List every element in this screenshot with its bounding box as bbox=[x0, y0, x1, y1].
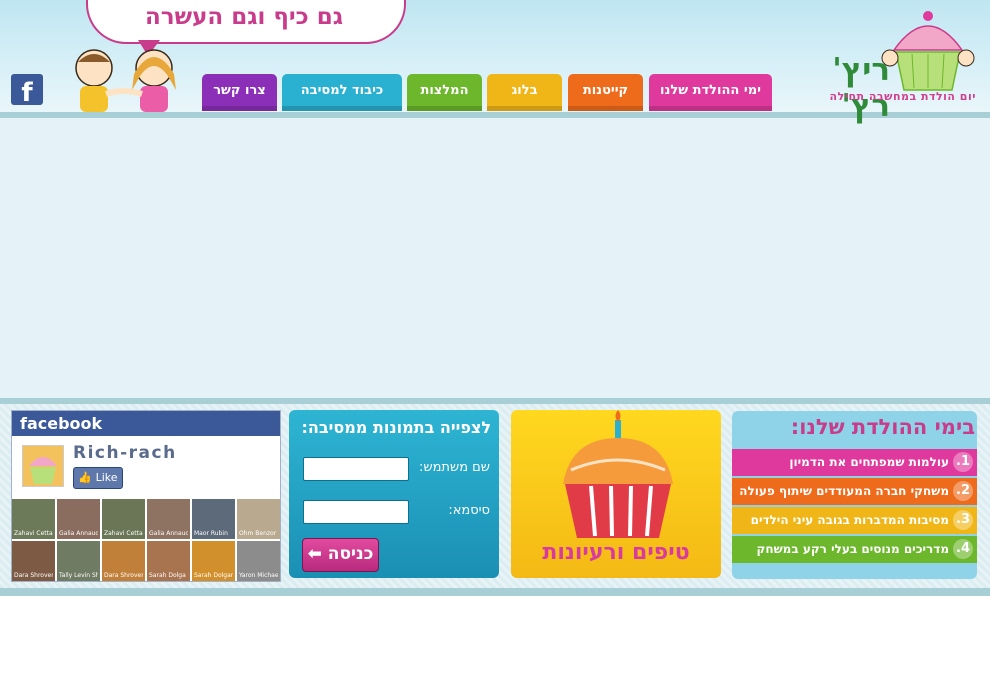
tips-label: טיפים ורעיונות bbox=[542, 540, 690, 565]
facebook-header: facebook bbox=[12, 411, 280, 436]
fan-name: Zahavi Cetta bbox=[104, 530, 143, 537]
fan-face[interactable]: Ohm Benzor bbox=[237, 499, 280, 539]
birthday-feature-4[interactable]: 4. מדריכים מנוסים בעלי רקע במשחק bbox=[732, 536, 977, 563]
slogan-text: גם כיף וגם העשרה bbox=[144, 4, 344, 30]
fan-face[interactable]: Dara Shrovers bbox=[102, 541, 145, 581]
login-title: לצפייה בתמונות ממסיבה: bbox=[301, 418, 491, 437]
nav-party-food[interactable]: כיבוד למסיבה bbox=[282, 74, 402, 111]
like-button[interactable]: 👍 Like bbox=[73, 467, 123, 489]
our-birthdays-panel: בימי ההולדת שלנו: 1. עולמות שמפתחים את ה… bbox=[732, 411, 977, 579]
login-button[interactable]: כניסה ⬅ bbox=[302, 538, 379, 572]
fan-face[interactable]: Sarah Dolgan bbox=[192, 541, 235, 581]
birthday-feature-1[interactable]: 1. עולמות שמפתחים את הדמיון bbox=[732, 449, 977, 476]
feature-text: עולמות שמפתחים את הדמיון bbox=[789, 455, 949, 469]
fan-name: Galia Annaud bbox=[149, 530, 188, 537]
feature-text: משחקי חברה המעודדים שיתוף פעולה bbox=[739, 484, 949, 498]
fan-face[interactable]: Tally Levin Shturm bbox=[57, 541, 100, 581]
fan-name: Maor Rubin bbox=[194, 530, 228, 537]
fan-name: Zahavi Cetta bbox=[14, 530, 53, 537]
nav-camps[interactable]: קייטנות bbox=[568, 74, 643, 111]
fan-face[interactable]: Zahavi Cetta bbox=[12, 499, 55, 539]
our-birthdays-title: בימי ההולדת שלנו: bbox=[790, 415, 975, 439]
login-panel: לצפייה בתמונות ממסיבה: שם משתמש: סיסמא: … bbox=[289, 410, 499, 578]
nav-recommendations[interactable]: המלצות bbox=[407, 74, 482, 111]
page-name[interactable]: Rich-rach bbox=[73, 443, 177, 463]
facebook-widget: facebook Rich-rach 👍 Like Zahavi Cetta G… bbox=[11, 410, 281, 582]
fan-faces: Zahavi Cetta Galia Annaud Zahavi Cetta G… bbox=[12, 499, 280, 581]
kids-illustration bbox=[75, 49, 176, 112]
birthday-feature-3[interactable]: 3. מסיבות המדברות בגובה עיני הילדים bbox=[732, 507, 977, 534]
nav-blog[interactable]: בלוג bbox=[487, 74, 562, 111]
fan-name: Galia Annaud bbox=[59, 530, 98, 537]
tips-ideas-banner[interactable]: טיפים ורעיונות bbox=[511, 410, 721, 578]
fan-name: Yaron Michaeli bbox=[239, 572, 278, 579]
nav-contact[interactable]: צרו קשר bbox=[202, 74, 277, 111]
feature-number: 4. bbox=[953, 539, 973, 559]
fan-name: Sarah Dolga bbox=[149, 572, 186, 579]
logo-tagline: יום הולדת במחשבה תחילה bbox=[829, 90, 976, 103]
fan-face[interactable]: Galia Annaud bbox=[147, 499, 190, 539]
feature-text: מסיבות המדברות בגובה עיני הילדים bbox=[750, 513, 949, 527]
birthday-feature-2[interactable]: 2. משחקי חברה המעודדים שיתוף פעולה bbox=[732, 478, 977, 505]
fan-face[interactable]: Yaron Michaeli bbox=[237, 541, 280, 581]
fan-name: Sarah Dolgan bbox=[194, 572, 233, 579]
fan-face[interactable]: Sarah Dolga bbox=[147, 541, 190, 581]
feature-number: 1. bbox=[953, 452, 973, 472]
fan-name: Dara Shrovers bbox=[104, 572, 143, 579]
fan-name: Ohm Benzor bbox=[239, 530, 277, 537]
footer-divider bbox=[0, 588, 990, 596]
cupcake-candle-icon bbox=[563, 410, 673, 538]
feature-number: 2. bbox=[953, 481, 973, 501]
nav-our-birthdays[interactable]: ימי ההולדת שלנו bbox=[649, 74, 772, 111]
username-label: שם משתמש: bbox=[419, 460, 490, 475]
arrow-left-icon: ⬅ bbox=[307, 544, 322, 564]
password-label: סיסמא: bbox=[448, 503, 490, 518]
fan-name: Dara Shrovers bbox=[14, 572, 53, 579]
facebook-letter: f bbox=[21, 78, 33, 105]
page-avatar bbox=[22, 445, 64, 487]
login-button-label: כניסה bbox=[327, 544, 374, 564]
feature-text: מדריכים מנוסים בעלי רקע במשחק bbox=[756, 542, 949, 556]
thumbs-up-icon: 👍 bbox=[78, 471, 96, 484]
like-label: Like bbox=[95, 471, 118, 484]
username-input[interactable] bbox=[303, 457, 409, 481]
logo-cupcake-icon bbox=[881, 11, 975, 91]
fan-face[interactable]: Maor Rubin bbox=[192, 499, 235, 539]
fan-face[interactable]: Dara Shrovers bbox=[12, 541, 55, 581]
logo-text[interactable]: ריץ' רץ' bbox=[780, 52, 890, 124]
facebook-icon[interactable]: f bbox=[11, 74, 43, 105]
fan-name: Tally Levin Shturm bbox=[59, 572, 98, 579]
fan-face[interactable]: Zahavi Cetta bbox=[102, 499, 145, 539]
feature-number: 3. bbox=[953, 510, 973, 530]
banner-area bbox=[0, 118, 990, 400]
fan-face[interactable]: Galia Annaud bbox=[57, 499, 100, 539]
password-input[interactable] bbox=[303, 500, 409, 524]
